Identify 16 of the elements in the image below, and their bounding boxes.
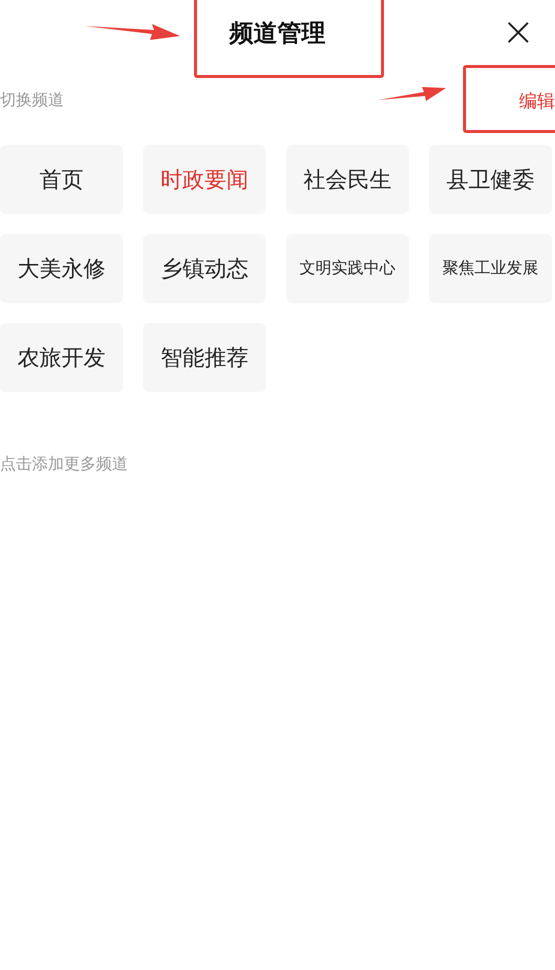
channel-tile[interactable]: 首页 — [0, 145, 123, 214]
edit-link[interactable]: 编辑 — [519, 88, 555, 112]
channel-tile[interactable]: 文明实践中心 — [286, 234, 409, 303]
channel-tile[interactable]: 农旅开发 — [0, 323, 123, 392]
channel-tile[interactable]: 大美永修 — [0, 234, 123, 303]
channel-tile[interactable]: 县卫健委 — [429, 145, 552, 214]
channel-tile[interactable]: 乡镇动态 — [143, 234, 266, 303]
channel-tile[interactable]: 智能推荐 — [143, 323, 266, 392]
annotation-arrow — [378, 85, 446, 101]
channel-tile[interactable]: 聚焦工业发展 — [429, 234, 552, 303]
channel-tile[interactable]: 时政要闻 — [143, 145, 266, 214]
section-label: 切换频道 — [0, 90, 64, 111]
close-button[interactable]: × — [501, 12, 535, 52]
add-channels-hint: 点击添加更多频道 — [0, 454, 129, 475]
channel-tile[interactable]: 社会民生 — [286, 145, 409, 214]
page-title: 频道管理 — [230, 18, 326, 49]
